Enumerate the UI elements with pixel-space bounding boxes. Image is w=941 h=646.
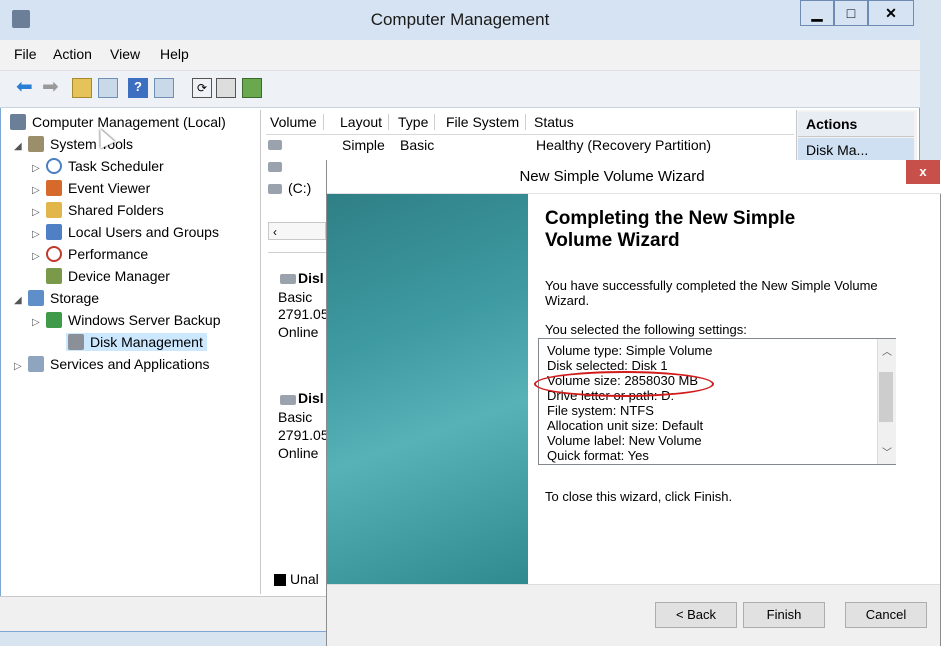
disk-icon (280, 274, 296, 284)
tree-item-device-manager[interactable]: Device Manager (46, 268, 170, 284)
disk-icon (280, 395, 296, 405)
services-icon (28, 356, 44, 372)
close-instruction-text: To close this wizard, click Finish. (545, 489, 733, 504)
row-type: Basic (400, 137, 435, 153)
help-icon[interactable]: ? (128, 78, 148, 98)
column-file-system[interactable]: File System (446, 114, 527, 130)
column-type[interactable]: Type (398, 114, 436, 130)
show-action-pane-icon[interactable] (154, 78, 174, 98)
finish-button[interactable]: Finish (743, 602, 825, 628)
users-icon (46, 224, 62, 240)
highlight-circle (534, 371, 714, 397)
disk-label: Disl (298, 270, 324, 286)
column-status[interactable]: Status (534, 114, 580, 130)
disk-tool-icon[interactable] (242, 78, 262, 98)
disk-state: Online (278, 445, 319, 461)
setting-line: Volume label: New Volume (547, 433, 702, 448)
row-layout: Simple (342, 137, 385, 153)
properties-icon[interactable] (216, 78, 236, 98)
row-volume-c: (C:) (288, 180, 312, 196)
column-layout[interactable]: Layout (340, 114, 390, 130)
setting-line: File system: NTFS (547, 403, 654, 418)
settings-label: You selected the following settings: (545, 322, 747, 337)
volume-drive-icon (268, 184, 282, 194)
setting-line: Allocation unit size: Default (547, 418, 704, 433)
wizard-title: New Simple Volume Wizard (519, 168, 705, 185)
row-status: Healthy (Recovery Partition) (536, 137, 712, 153)
menu-file[interactable]: File (14, 46, 37, 62)
cancel-button[interactable]: Cancel (845, 602, 927, 628)
disk-type: Basic (278, 289, 313, 305)
volume-drive-icon (268, 162, 282, 172)
tree-item-disk-management[interactable]: Disk Management (66, 333, 207, 351)
settings-lines: Volume type: Simple Volume Disk selected… (547, 343, 877, 463)
menu-help[interactable]: Help (160, 46, 189, 62)
volume-drive-icon (268, 140, 282, 150)
shared-folder-icon (46, 202, 62, 218)
tree-item-performance[interactable]: ▷ Performance (32, 246, 148, 262)
unallocated-legend-swatch (274, 574, 286, 586)
minimize-button[interactable]: ▁ (800, 0, 834, 26)
device-manager-icon (46, 268, 62, 284)
setting-line: Volume type: Simple Volume (547, 343, 713, 358)
setting-line: Quick format: Yes (547, 448, 649, 463)
wizard-heading: Completing the New Simple Volume Wizard (545, 208, 796, 251)
wizard-close-button[interactable]: x (906, 160, 940, 184)
performance-icon (46, 246, 62, 262)
close-button[interactable]: ✕ (868, 0, 914, 26)
disk-size: 2791.05 (278, 306, 329, 322)
tree-item-shared-folders[interactable]: ▷ Shared Folders (32, 202, 164, 218)
storage-icon (28, 290, 44, 306)
event-viewer-icon (46, 180, 62, 196)
disk-type: Basic (278, 409, 313, 425)
tree-item-windows-server-backup[interactable]: ▷ Windows Server Backup (32, 312, 221, 328)
unallocated-legend-label: Unal (290, 571, 319, 587)
tree-item-computer-management[interactable]: Computer Management (Local) (10, 114, 226, 130)
menu-view[interactable]: View (110, 46, 140, 62)
forward-arrow-icon[interactable]: ➡ (42, 77, 62, 98)
tree-item-storage[interactable]: ◢ Storage (14, 290, 99, 306)
tools-icon (28, 136, 44, 152)
disk-size: 2791.05 (278, 427, 329, 443)
scrollbar-thumb[interactable] (879, 372, 893, 422)
tree-item-local-users-groups[interactable]: ▷ Local Users and Groups (32, 224, 219, 240)
refresh-icon[interactable]: ⟳ (192, 78, 212, 98)
menu-action[interactable]: Action (53, 46, 92, 62)
backup-icon (46, 312, 62, 328)
disk-state: Online (278, 324, 319, 340)
tree-item-system-tools[interactable]: ◢ System Tools (14, 136, 133, 152)
horizontal-scrollbar[interactable]: ‹ (268, 222, 326, 240)
maximize-button[interactable]: □ (834, 0, 868, 26)
tree-item-event-viewer[interactable]: ▷ Event Viewer (32, 180, 150, 196)
actions-item-disk-management[interactable]: Disk Ma... (806, 142, 868, 158)
scroll-down-icon[interactable]: ﹀ (882, 444, 892, 459)
wizard-banner-image (327, 194, 528, 584)
tree-item-task-scheduler[interactable]: ▷ Task Scheduler (32, 158, 164, 174)
window-title: Computer Management (370, 10, 550, 29)
scroll-up-icon[interactable]: ︿ (882, 343, 892, 358)
back-arrow-icon[interactable]: ⬅ (16, 77, 36, 98)
disk-management-icon (68, 334, 84, 350)
clock-icon (46, 158, 62, 174)
disk-label: Disl (298, 390, 324, 406)
up-folder-icon[interactable] (72, 78, 92, 98)
tree-item-services-applications[interactable]: ▷ Services and Applications (14, 356, 210, 372)
show-tree-icon[interactable] (98, 78, 118, 98)
back-button[interactable]: < Back (655, 602, 737, 628)
actions-header: Actions (806, 116, 858, 132)
column-volume[interactable]: Volume (270, 114, 324, 130)
computer-icon (10, 114, 26, 130)
wizard-success-text: You have successfully completed the New … (545, 278, 878, 308)
